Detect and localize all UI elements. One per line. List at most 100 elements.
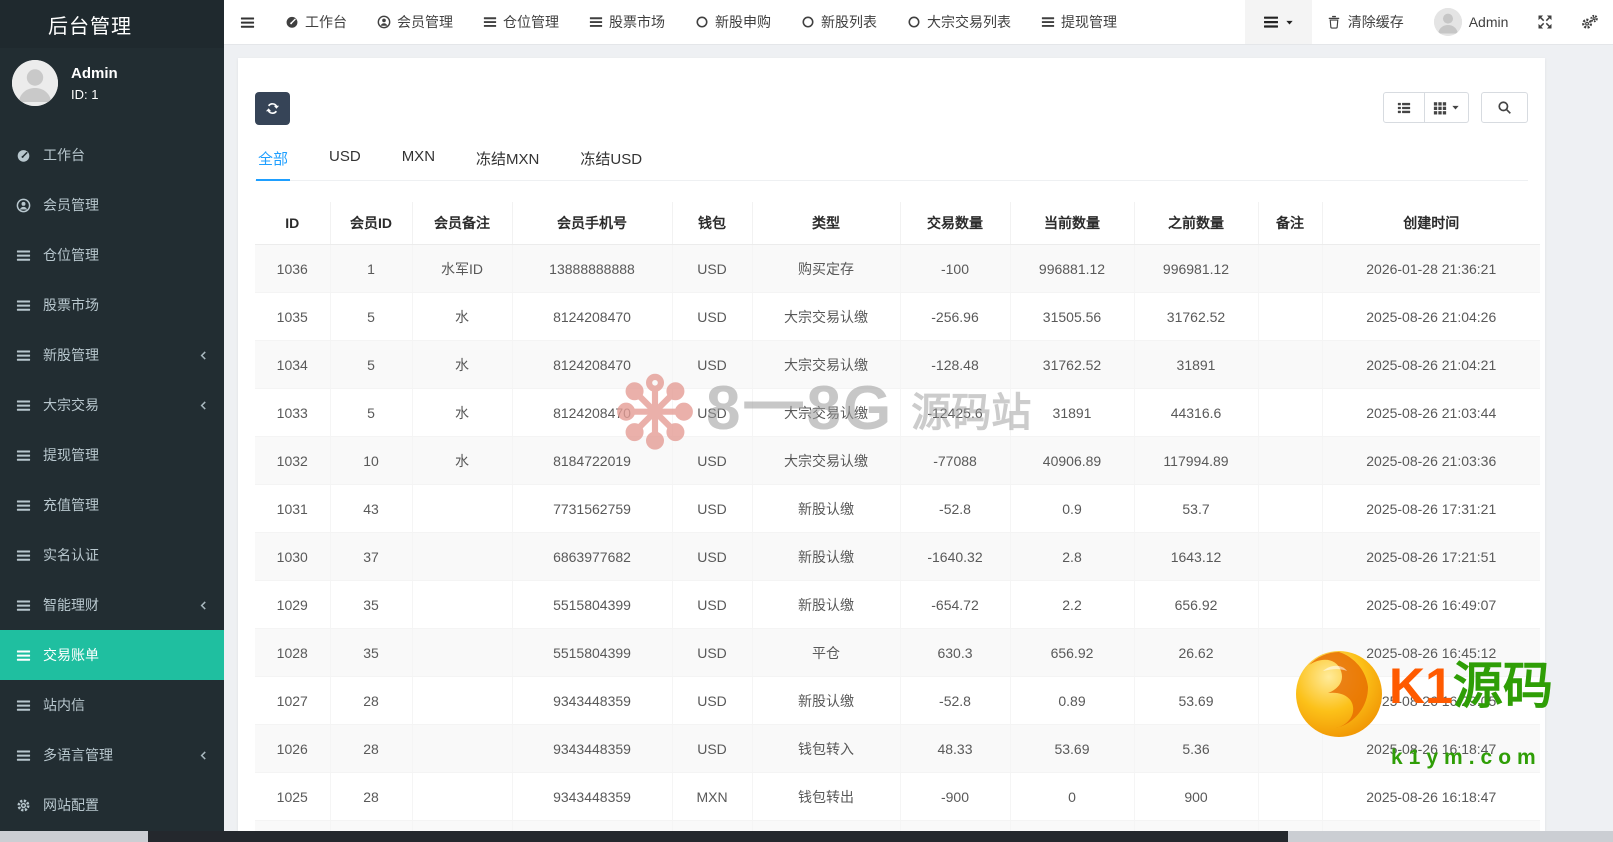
topnav-item[interactable]: 大宗交易列表 [892, 0, 1026, 44]
table-cell: 43 [330, 484, 413, 533]
hamburger-icon[interactable] [224, 0, 270, 44]
table-cell [1258, 772, 1323, 821]
list-icon [15, 448, 32, 463]
table-cell [412, 628, 513, 677]
table-cell: USD [672, 388, 753, 437]
table-cell: 5.36 [1134, 724, 1259, 773]
grid-view-dropdown-button[interactable] [1425, 92, 1469, 123]
table-cell [1258, 484, 1323, 533]
table-cell: 31762.52 [1134, 292, 1259, 341]
table-cell: 5.36 [1010, 820, 1135, 831]
topnav-item[interactable]: 股票市场 [574, 0, 680, 44]
table-row: 1028 35 5515804399 USD 平仓 630.3 656.92 26.62 202… [255, 628, 1540, 677]
scrollbar-thumb[interactable] [148, 831, 1288, 842]
topnav-item-label: 股票市场 [609, 14, 665, 30]
admin-user-button[interactable]: Admin [1419, 0, 1524, 44]
table-cell: -256.96 [900, 292, 1011, 341]
sidebar-item[interactable]: 实名认证 [0, 530, 224, 580]
table-cell: 钱包转入 [752, 724, 901, 773]
sidebar-item[interactable]: 提现管理 [0, 430, 224, 480]
table-cell [412, 532, 513, 581]
sidebar-item[interactable]: 充值管理 [0, 480, 224, 530]
table-cell: 大宗交易认缴 [752, 340, 901, 389]
table-cell: USD [672, 676, 753, 725]
sidebar-header: 后台管理 [0, 0, 224, 48]
tab[interactable]: 冻结MXN [474, 139, 541, 180]
table-cell: -12425.6 [900, 388, 1011, 437]
table-cell: 水 [412, 340, 513, 389]
sidebar-item[interactable]: 新股管理 [0, 330, 224, 380]
table-cell: 31762.52 [1010, 340, 1135, 389]
column-header: 之前数量 [1134, 202, 1259, 245]
sidebar-item[interactable]: 股票市场 [0, 280, 224, 330]
transactions-table: ID 会员ID 会员备注 会员手机号 钱包 类型 交易数量 当前数量 之前数量 备注 创建时间 10… [255, 202, 1540, 831]
search-button[interactable] [1481, 92, 1528, 123]
list-view-button[interactable] [1383, 92, 1425, 123]
clear-cache-button[interactable]: 清除缓存 [1312, 0, 1419, 44]
app-title: 后台管理 [48, 15, 132, 38]
table-cell: USD [672, 292, 753, 341]
table-cell: -128.48 [900, 340, 1011, 389]
table-cell: 水 [412, 436, 513, 485]
caret-down-icon [1285, 18, 1294, 27]
sidebar-item-label: 交易账单 [43, 647, 99, 663]
fullscreen-icon[interactable] [1523, 0, 1567, 44]
topnav-item[interactable]: 仓位管理 [468, 0, 574, 44]
table-cell: 2025-08-26 17:21:51 [1322, 532, 1540, 581]
sidebar-item[interactable]: 会员管理 [0, 180, 224, 230]
sidebar-item-label: 仓位管理 [43, 247, 99, 263]
sidebar-item[interactable]: 多语言管理 [0, 730, 224, 780]
table-cell: -900 [900, 772, 1011, 821]
horizontal-scrollbar[interactable] [0, 831, 1613, 842]
topnav-item[interactable]: 会员管理 [362, 0, 468, 44]
tab[interactable]: USD [327, 139, 363, 180]
sidebar-item[interactable]: 网站配置 [0, 780, 224, 830]
table-cell: USD [672, 724, 753, 773]
table-cell: 水 [412, 388, 513, 437]
table-cell: 8124208470 [512, 388, 673, 437]
table-cell: 40906.89 [1010, 436, 1135, 485]
table-cell: 8124208470 [512, 292, 673, 341]
topnav-item[interactable]: 新股申购 [680, 0, 786, 44]
user-panel: Admin ID: 1 [0, 48, 224, 124]
topnav-item[interactable]: 工作台 [270, 0, 362, 44]
refresh-button[interactable] [255, 92, 290, 125]
table-row: 1032 10 水 8184722019 USD 大宗交易认缴 -77088 40906.89… [255, 436, 1540, 485]
topnav-item-label: 大宗交易列表 [927, 14, 1011, 30]
clear-cache-label: 清除缓存 [1347, 14, 1404, 30]
user-icon [15, 198, 32, 213]
table-cell: USD [672, 628, 753, 677]
table-cell [1258, 724, 1323, 773]
table-cell: 2.68 [900, 820, 1011, 831]
sidebar-item[interactable]: 交易账单 [0, 630, 224, 680]
table-cell: 31891 [1010, 388, 1135, 437]
column-header: 会员备注 [412, 202, 513, 245]
tab[interactable]: 全部 [256, 139, 291, 181]
sidebar-item[interactable]: 大宗交易 [0, 380, 224, 430]
table-cell: 117994.89 [1134, 436, 1259, 485]
table-cell [1258, 340, 1323, 389]
table-cell: 2025-08-26 21:03:36 [1322, 436, 1540, 485]
topnav-item[interactable]: 新股列表 [786, 0, 892, 44]
sidebar-item[interactable]: 智能理财 [0, 580, 224, 630]
table-cell: 8124208470 [512, 340, 673, 389]
topnav-item[interactable]: 提现管理 [1026, 0, 1132, 44]
quick-menu-dropdown[interactable] [1244, 0, 1312, 44]
table-cell: 1027 [255, 676, 331, 725]
table-cell: 1643.12 [1134, 532, 1259, 581]
tab[interactable]: MXN [400, 139, 437, 180]
table-cell: 2025-08-26 21:04:21 [1322, 340, 1540, 389]
table-cell [412, 676, 513, 725]
table-cell [1258, 244, 1323, 293]
tab[interactable]: 冻结USD [578, 139, 644, 180]
table-cell [412, 772, 513, 821]
sidebar-item[interactable]: 仓位管理 [0, 230, 224, 280]
sidebar-item[interactable]: 站内信 [0, 680, 224, 730]
sidebar-item[interactable]: 工作台 [0, 130, 224, 180]
table-cell: 1033 [255, 388, 331, 437]
sidebar-item-label: 多语言管理 [43, 747, 113, 763]
table-cell: USD [672, 820, 753, 831]
sidebar-item-label: 提现管理 [43, 447, 99, 463]
settings-gears-icon[interactable] [1567, 0, 1613, 44]
table-cell: 2025-08-26 16:29:05 [1322, 676, 1540, 725]
